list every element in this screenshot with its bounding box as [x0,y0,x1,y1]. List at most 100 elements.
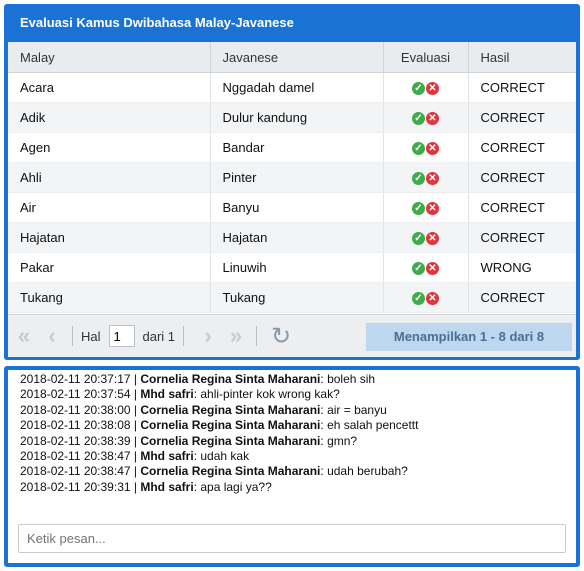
pagination-toolbar: « ‹ Hal dari 1 › » ↻ Menampilkan 1 - 8 d… [8,314,576,357]
message-text: ahli-pinter kok wrong kak? [200,387,340,402]
chat-message: 2018-02-11 20:38:00 | Cornelia Regina Si… [20,402,387,417]
message-user: Mhd safri [140,449,194,464]
message-text: udah kak [200,449,250,464]
column-header-hasil[interactable]: Hasil [468,42,576,73]
toolbar-separator [183,326,185,346]
toolbar-separator [72,326,73,346]
result-cell: CORRECT [468,102,576,133]
evaluation-cell: ✓ ✕ [383,132,469,163]
message-input[interactable] [18,524,566,553]
page-number-input[interactable] [108,325,135,347]
evaluation-cell: ✓ ✕ [383,282,469,313]
chat-message: 2018-02-11 20:38:47 | Mhd safri: udah ka… [20,449,250,464]
result-cell: CORRECT [468,72,576,103]
result-cell: CORRECT [468,192,576,223]
malay-cell: Pakar [8,252,211,283]
message-time: 2018-02-11 20:38:08 [20,418,131,433]
message-text: boleh sih [327,372,376,386]
result-cell: CORRECT [468,282,576,313]
message-text: air = banyu [327,402,387,417]
x-circle-icon[interactable]: ✕ [426,262,439,276]
last-page-icon[interactable]: » [224,323,248,349]
column-header-malay[interactable]: Malay [8,42,211,73]
evaluation-cell: ✓ ✕ [383,72,469,103]
table-row[interactable]: Pakar Linuwih ✓ ✕ WRONG [8,252,576,283]
display-info-label: Menampilkan 1 - 8 dari 8 [366,323,572,351]
chat-message: 2018-02-11 20:39:31 | Mhd safri: apa lag… [20,479,272,494]
javanese-cell: Hajatan [210,222,384,253]
previous-page-icon[interactable]: ‹ [40,323,64,349]
table-row[interactable]: Agen Bandar ✓ ✕ CORRECT [8,132,576,163]
page-label: Hal [81,328,101,344]
column-header-evaluasi[interactable]: Evaluasi [383,42,469,73]
message-time: 2018-02-11 20:38:47 [20,464,131,479]
evaluation-cell: ✓ ✕ [383,162,469,193]
chat-panel: 2018-02-11 20:37:17 | Cornelia Regina Si… [4,366,580,567]
table-row[interactable]: Adik Dulur kandung ✓ ✕ CORRECT [8,102,576,133]
malay-cell: Hajatan [8,222,211,253]
evaluation-cell: ✓ ✕ [383,222,469,253]
table-row[interactable]: Hajatan Hajatan ✓ ✕ CORRECT [8,222,576,253]
x-circle-icon[interactable]: ✕ [426,112,439,126]
message-user: Mhd safri [140,479,194,494]
message-time: 2018-02-11 20:37:17 [20,372,131,386]
check-circle-icon[interactable]: ✓ [412,232,425,246]
javanese-cell: Pinter [210,162,384,193]
javanese-cell: Nggadah damel [210,72,384,103]
first-page-icon[interactable]: « [12,323,36,349]
message-user: Cornelia Regina Sinta Maharani [140,464,321,479]
javanese-cell: Dulur kandung [210,102,384,133]
javanese-cell: Tukang [210,282,384,313]
result-cell: CORRECT [468,162,576,193]
chat-message: 2018-02-11 20:38:39 | Cornelia Regina Si… [20,433,358,448]
x-circle-icon[interactable]: ✕ [426,142,439,156]
next-page-icon[interactable]: › [196,323,220,349]
check-circle-icon[interactable]: ✓ [412,172,425,186]
x-circle-icon[interactable]: ✕ [426,202,439,216]
evaluation-table: Malay Javanese Evaluasi Hasil Acara Ngga… [8,42,576,313]
evaluation-cell: ✓ ✕ [383,102,469,133]
chat-message: 2018-02-11 20:38:08 | Cornelia Regina Si… [20,418,419,433]
refresh-icon[interactable]: ↻ [271,322,291,351]
evaluation-cell: ✓ ✕ [383,252,469,283]
x-circle-icon[interactable]: ✕ [426,232,439,246]
result-cell: CORRECT [468,222,576,253]
table-row[interactable]: Acara Nggadah damel ✓ ✕ CORRECT [8,72,576,103]
check-circle-icon[interactable]: ✓ [412,262,425,276]
message-time: 2018-02-11 20:38:39 [20,433,131,448]
message-user: Cornelia Regina Sinta Maharani [140,402,321,417]
check-circle-icon[interactable]: ✓ [412,112,425,126]
table-row[interactable]: Tukang Tukang ✓ ✕ CORRECT [8,282,576,313]
malay-cell: Air [8,192,211,223]
message-user: Cornelia Regina Sinta Maharani [140,433,321,448]
check-circle-icon[interactable]: ✓ [412,82,425,96]
result-cell: WRONG [468,252,576,283]
table-row[interactable]: Ahli Pinter ✓ ✕ CORRECT [8,162,576,193]
malay-cell: Acara [8,72,211,103]
chat-log: 2018-02-11 20:37:17 | Cornelia Regina Si… [8,370,576,497]
javanese-cell: Banyu [210,192,384,223]
chat-message: 2018-02-11 20:37:17 | Cornelia Regina Si… [20,372,376,386]
message-user: Cornelia Regina Sinta Maharani [140,418,321,433]
malay-cell: Ahli [8,162,211,193]
column-header-javanese[interactable]: Javanese [210,42,384,73]
evaluation-grid-panel: Evaluasi Kamus Dwibahasa Malay-Javanese … [4,4,580,360]
message-text: udah berubah? [327,464,408,479]
table-row[interactable]: Air Banyu ✓ ✕ CORRECT [8,192,576,223]
javanese-cell: Linuwih [210,252,384,283]
x-circle-icon[interactable]: ✕ [426,292,439,306]
chat-message: 2018-02-11 20:37:54 | Mhd safri: ahli-pi… [20,387,340,402]
check-circle-icon[interactable]: ✓ [412,142,425,156]
malay-cell: Tukang [8,282,211,313]
message-user: Cornelia Regina Sinta Maharani [140,372,321,386]
table-header-row: Malay Javanese Evaluasi Hasil [8,42,576,73]
check-circle-icon[interactable]: ✓ [412,202,425,216]
chat-message: 2018-02-11 20:38:47 | Cornelia Regina Si… [20,464,408,479]
check-circle-icon[interactable]: ✓ [412,292,425,306]
x-circle-icon[interactable]: ✕ [426,172,439,186]
message-time: 2018-02-11 20:38:00 [20,402,131,417]
grid-title: Evaluasi Kamus Dwibahasa Malay-Javanese [8,4,576,42]
x-circle-icon[interactable]: ✕ [426,82,439,96]
toolbar-separator [256,326,258,346]
message-text: eh salah pencettt [327,418,419,433]
